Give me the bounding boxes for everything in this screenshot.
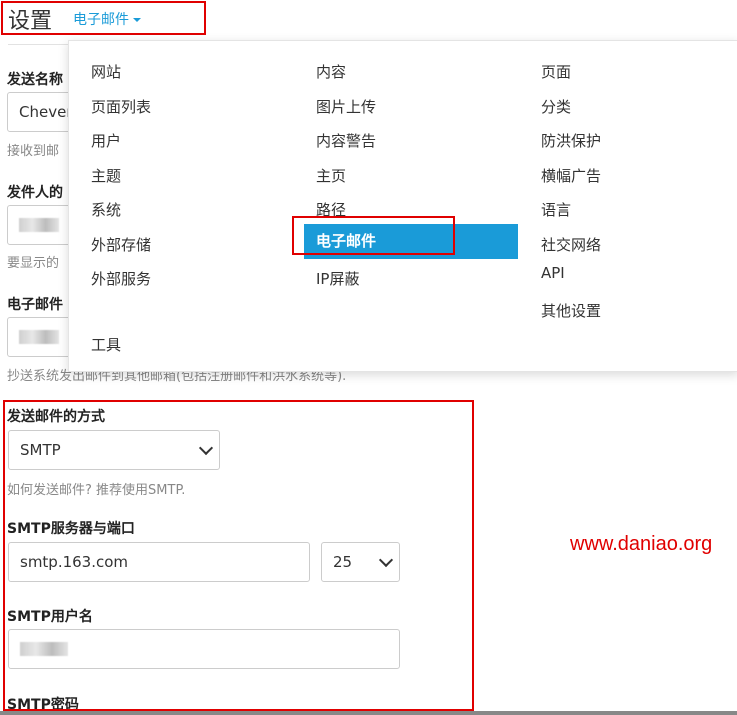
watermark: www.daniao.org: [570, 533, 713, 555]
smtp-port-select[interactable]: 25: [321, 542, 400, 582]
chevron-down-icon: [378, 552, 394, 567]
menu-item-other-settings[interactable]: 其他设置: [541, 300, 601, 321]
menu-item-categories[interactable]: 分类: [541, 96, 571, 117]
menu-item-content-warning[interactable]: 内容警告: [316, 130, 376, 151]
smtp-server-label: SMTP服务器与端口: [7, 521, 135, 537]
menu-item-content[interactable]: 内容: [316, 61, 346, 82]
redacted-value: [19, 330, 59, 344]
send-method-value: SMTP: [20, 441, 61, 459]
sender-email-label: 发件人的: [7, 185, 63, 201]
divider: [8, 44, 74, 45]
section-dropdown-label: 电子邮件: [73, 12, 129, 28]
send-method-select[interactable]: SMTP: [8, 430, 220, 470]
menu-item-users[interactable]: 用户: [91, 130, 121, 151]
section-dropdown-toggle[interactable]: 电子邮件: [73, 9, 141, 29]
menu-item-api[interactable]: API: [541, 264, 565, 282]
smtp-user-label: SMTP用户名: [7, 609, 93, 625]
bottom-scrollbar: [0, 711, 737, 715]
page-title: 设置: [8, 9, 53, 34]
chevron-down-icon: [198, 440, 214, 455]
menu-item-image-upload[interactable]: 图片上传: [316, 96, 376, 117]
sender-name-hint: 接收到邮: [7, 144, 60, 159]
menu-item-page-list[interactable]: 页面列表: [91, 96, 151, 117]
sender-email-hint: 要显示的: [7, 256, 60, 271]
menu-item-themes[interactable]: 主题: [91, 165, 121, 186]
menu-item-ip-block[interactable]: IP屏蔽: [316, 268, 359, 289]
menu-item-site[interactable]: 网站: [91, 61, 121, 82]
menu-item-banner-ads[interactable]: 横幅广告: [541, 165, 601, 186]
menu-item-email[interactable]: 电子邮件: [304, 224, 518, 259]
smtp-host-value: smtp.163.com: [20, 553, 129, 571]
send-method-hint: 如何发送邮件? 推荐使用SMTP.: [7, 483, 186, 498]
caret-down-icon: [133, 18, 141, 22]
bcc-email-label: 电子邮件: [7, 297, 63, 313]
menu-item-external-services[interactable]: 外部服务: [91, 268, 151, 289]
menu-item-routes[interactable]: 路径: [316, 199, 346, 220]
menu-item-language[interactable]: 语言: [541, 199, 571, 220]
menu-item-pages[interactable]: 页面: [541, 61, 571, 82]
menu-item-external-storage[interactable]: 外部存储: [91, 234, 151, 255]
sender-name-label: 发送名称: [7, 72, 63, 88]
smtp-host-input[interactable]: smtp.163.com: [8, 542, 310, 582]
menu-item-flood-protection[interactable]: 防洪保护: [541, 130, 601, 151]
smtp-port-value: 25: [333, 553, 353, 571]
send-method-label: 发送邮件的方式: [7, 409, 105, 425]
sender-name-value: Chever: [19, 103, 73, 121]
smtp-user-input[interactable]: [8, 629, 400, 669]
redacted-value: [20, 642, 68, 656]
menu-item-tools[interactable]: 工具: [91, 334, 121, 355]
menu-item-homepage[interactable]: 主页: [316, 165, 346, 186]
menu-item-social-network[interactable]: 社交网络: [541, 234, 601, 255]
settings-dropdown-menu: 网站 页面列表 用户 主题 系统 外部存储 外部服务 工具 内容 图片上传 内容…: [68, 40, 737, 372]
redacted-value: [19, 218, 59, 232]
menu-item-system[interactable]: 系统: [91, 199, 121, 220]
